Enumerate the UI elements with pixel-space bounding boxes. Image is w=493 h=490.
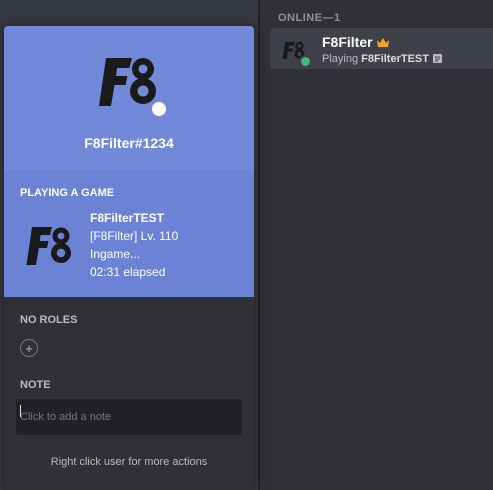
activity-header: PLAYING A GAME xyxy=(20,187,115,199)
member-list: ONLINE—1 F8Filter Playing F8FilterTEST xyxy=(260,0,493,490)
discord-window: ONLINE—1 F8Filter Playing F8FilterTEST F… xyxy=(0,0,493,490)
game-elapsed-time: 02:31 elapsed xyxy=(90,265,166,279)
rich-presence-icon xyxy=(432,54,442,63)
member-name-line: F8Filter xyxy=(322,34,390,52)
roles-header: NO ROLES xyxy=(20,314,78,326)
profile-username: F8Filter#1234 xyxy=(84,135,174,151)
note-header: NOTE xyxy=(20,379,51,391)
status-indicator-icon xyxy=(150,100,168,118)
activity-prefix: Playing xyxy=(322,53,359,65)
add-role-button[interactable]: + xyxy=(20,339,38,357)
activity-game: F8FilterTEST xyxy=(361,53,429,65)
popout-header: F8Filter#1234 xyxy=(4,26,254,171)
note-input[interactable] xyxy=(16,399,242,435)
game-details: [F8Filter] Lv. 110 xyxy=(90,229,179,243)
user-profile-popout: F8Filter#1234 PLAYING A GAME F8FilterTES… xyxy=(4,26,254,490)
activity-section: PLAYING A GAME F8FilterTEST [F8Filter] L… xyxy=(4,171,254,297)
member-row[interactable]: F8Filter Playing F8FilterTEST xyxy=(270,28,493,69)
game-image xyxy=(26,227,71,265)
text-caret xyxy=(20,405,21,417)
member-activity: Playing F8FilterTEST xyxy=(322,53,442,65)
game-name: F8FilterTEST xyxy=(90,211,165,225)
crown-icon xyxy=(376,38,389,47)
member-name: F8Filter xyxy=(322,34,373,50)
online-section-header: ONLINE—1 xyxy=(278,12,341,24)
game-state: Ingame... xyxy=(90,247,141,261)
online-status-icon xyxy=(299,55,312,68)
popout-footer-hint: Right click user for more actions xyxy=(50,456,208,468)
